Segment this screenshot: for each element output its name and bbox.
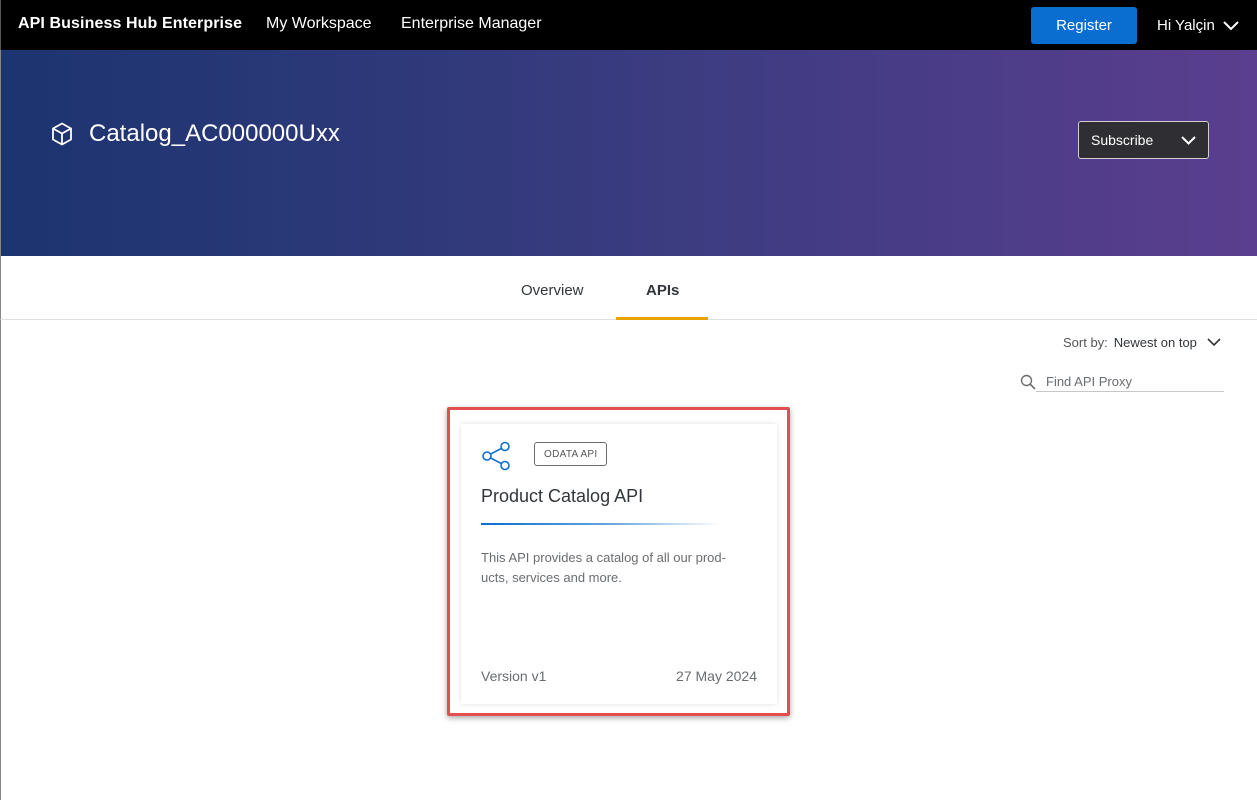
catalog-header-banner: Catalog_AC000000Uxx Subscribe bbox=[0, 50, 1257, 256]
user-greeting: Hi Yalçin bbox=[1157, 17, 1215, 34]
search-input[interactable] bbox=[1036, 372, 1224, 392]
nav-link-enterprise-manager[interactable]: Enterprise Manager bbox=[401, 15, 542, 33]
sort-value: Newest on top bbox=[1113, 335, 1197, 350]
package-icon bbox=[52, 122, 72, 146]
sort-label: Sort by: bbox=[1063, 335, 1108, 350]
subscribe-dropdown[interactable]: Subscribe bbox=[1078, 121, 1209, 159]
tab-apis[interactable]: APIs bbox=[646, 282, 679, 299]
share-network-icon bbox=[482, 441, 510, 471]
user-menu[interactable]: Hi Yalçin bbox=[1157, 17, 1239, 34]
description-line: ucts, services and more. bbox=[481, 570, 622, 585]
register-button[interactable]: Register bbox=[1031, 7, 1137, 44]
api-card-description: This API provides a catalog of all our p… bbox=[481, 548, 757, 588]
api-version: Version v1 bbox=[481, 668, 547, 684]
nav-link-my-workspace[interactable]: My Workspace bbox=[266, 15, 372, 33]
chevron-down-icon bbox=[1207, 338, 1221, 347]
api-card-title[interactable]: Product Catalog API bbox=[481, 486, 643, 507]
search-box bbox=[1020, 372, 1224, 392]
content-left-border bbox=[0, 320, 1, 800]
sort-dropdown[interactable]: Sort by: Newest on top bbox=[1063, 335, 1221, 350]
top-navigation-bar: API Business Hub Enterprise My Workspace… bbox=[0, 0, 1257, 50]
search-icon[interactable] bbox=[1020, 374, 1036, 390]
active-tab-indicator bbox=[616, 317, 708, 320]
page-title: Catalog_AC000000Uxx bbox=[89, 120, 340, 147]
tab-overview[interactable]: Overview bbox=[521, 282, 584, 299]
subscribe-label: Subscribe bbox=[1091, 132, 1154, 148]
tab-bar: Overview APIs bbox=[0, 256, 1257, 320]
description-line: This API provides a catalog of all our p… bbox=[481, 550, 726, 565]
chevron-down-icon bbox=[1181, 135, 1196, 145]
api-date: 27 May 2024 bbox=[676, 668, 757, 684]
brand-title[interactable]: API Business Hub Enterprise bbox=[18, 15, 242, 33]
card-divider bbox=[481, 523, 721, 525]
chevron-down-icon bbox=[1223, 20, 1239, 30]
api-card[interactable]: ODATA API Product Catalog API This API p… bbox=[461, 424, 777, 704]
api-type-badge: ODATA API bbox=[534, 442, 608, 466]
